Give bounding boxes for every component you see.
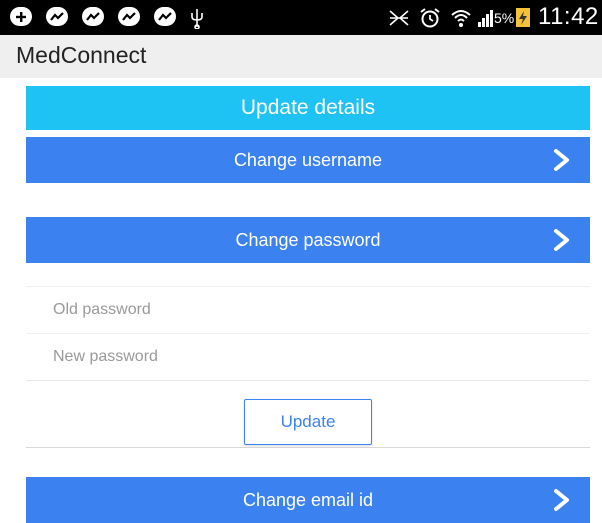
usb-icon <box>188 4 206 31</box>
wifi-icon <box>449 4 473 31</box>
chat-bubble-icon <box>154 7 176 26</box>
update-details-header: Update details <box>26 86 590 130</box>
chevron-right-icon <box>554 149 569 171</box>
battery-percentage: 5% <box>494 10 515 26</box>
charging-icon <box>516 8 530 27</box>
nfc-icon <box>388 4 410 31</box>
new-password-field <box>26 333 590 381</box>
old-password-input[interactable] <box>26 287 590 333</box>
new-password-input[interactable] <box>26 334 590 380</box>
app-title: MedConnect <box>16 42 147 68</box>
header-title: Update details <box>240 96 376 119</box>
update-button[interactable]: Update <box>244 399 372 445</box>
app-bar: MedConnect <box>0 35 602 78</box>
status-bar: 5% 11:42 <box>0 0 602 35</box>
chevron-right-icon <box>554 229 569 251</box>
old-password-field <box>26 286 590 334</box>
signal-icon <box>478 4 494 31</box>
change-username-label: Change username <box>233 149 383 170</box>
change-password-label: Change password <box>235 229 381 250</box>
chat-bubble-icon <box>118 7 140 26</box>
change-username-button[interactable]: Change username <box>26 137 590 183</box>
plus-box-icon <box>10 7 32 26</box>
change-password-button[interactable]: Change password <box>26 217 590 263</box>
chat-bubble-icon <box>82 7 104 26</box>
alarm-icon <box>418 4 442 31</box>
change-email-button[interactable]: Change email id <box>26 477 590 523</box>
change-email-label: Change email id <box>242 489 374 510</box>
chevron-right-icon <box>554 489 569 511</box>
update-section: Update <box>26 385 590 448</box>
chat-bubble-icon <box>46 7 68 26</box>
status-clock: 11:42 <box>538 3 599 30</box>
